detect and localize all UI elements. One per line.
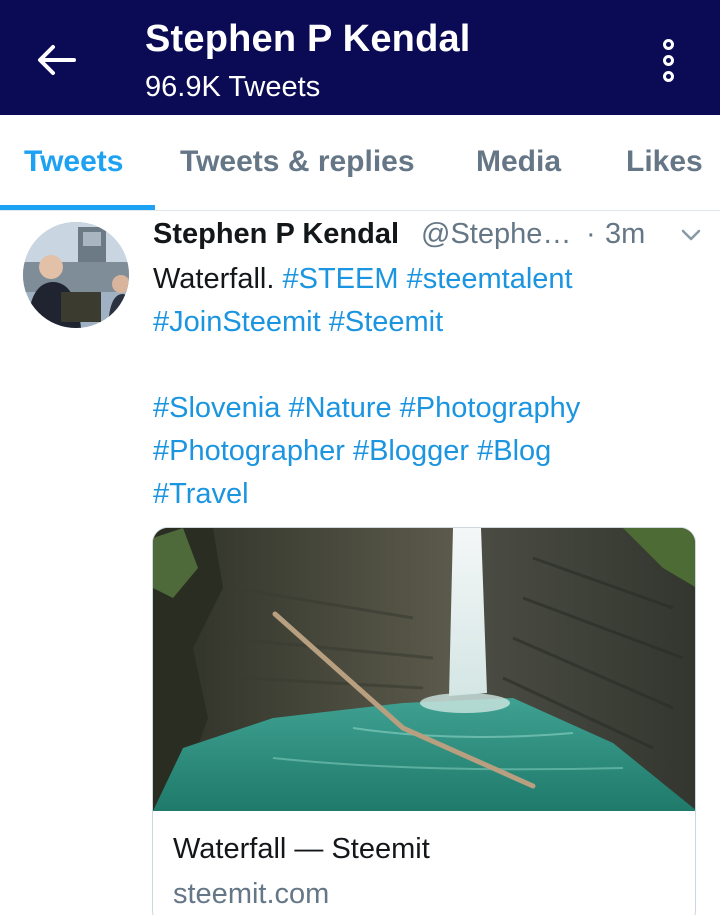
avatar[interactable] — [23, 222, 129, 328]
hashtag-link[interactable]: #Steemit — [329, 306, 443, 338]
profile-name-title: Stephen P Kendal — [145, 18, 471, 60]
more-options-button[interactable] — [648, 34, 688, 86]
hashtag-link[interactable]: #Travel — [153, 478, 249, 510]
hashtag-link[interactable]: #Photographer — [153, 435, 345, 467]
tab-media[interactable]: Media — [476, 145, 561, 179]
profile-tabs: Tweets Tweets & replies Media Likes — [0, 115, 720, 211]
hashtag-link[interactable]: #STEEM — [282, 263, 398, 295]
tab-tweets-and-replies[interactable]: Tweets & replies — [180, 145, 415, 179]
chevron-down-icon[interactable] — [678, 222, 704, 248]
tweet-timestamp: 3m — [605, 218, 646, 250]
more-vertical-icon — [662, 38, 674, 50]
card-image-waterfall — [153, 528, 695, 811]
tab-likes[interactable]: Likes — [626, 145, 703, 179]
link-preview-card[interactable]: Waterfall — Steemit steemit.com — [152, 527, 696, 915]
tweet-author-handle[interactable]: @Stephe… — [421, 218, 571, 251]
hashtag-link[interactable]: #Photography — [400, 392, 581, 424]
top-app-bar: Stephen P Kendal 96.9K Tweets — [0, 0, 720, 115]
tweet-text-plain: Waterfall. — [153, 263, 275, 295]
hashtag-link[interactable]: #Slovenia — [153, 392, 280, 424]
active-tab-indicator — [0, 205, 155, 210]
more-vertical-icon-dot — [662, 70, 674, 82]
hashtag-link[interactable]: #Nature — [288, 392, 391, 424]
more-vertical-icon-dot — [662, 54, 674, 66]
hashtag-link[interactable]: #steemtalent — [407, 263, 573, 295]
hashtag-link[interactable]: #Blogger — [353, 435, 469, 467]
tweet-separator: · — [586, 218, 596, 250]
tab-tweets[interactable]: Tweets — [24, 145, 123, 179]
tweet-count: 96.9K Tweets — [145, 71, 321, 103]
card-title: Waterfall — Steemit — [173, 833, 430, 865]
avatar-image — [23, 222, 129, 328]
hashtag-link[interactable]: #JoinSteemit — [153, 306, 321, 338]
arrow-left-icon — [38, 45, 76, 75]
tweet-header: Stephen P Kendal @Stephe… · 3m — [153, 218, 701, 258]
card-domain: steemit.com — [173, 878, 330, 910]
back-button[interactable] — [30, 36, 82, 84]
tweet-author-name[interactable]: Stephen P Kendal — [153, 218, 399, 251]
hashtag-link[interactable]: #Blog — [477, 435, 551, 467]
